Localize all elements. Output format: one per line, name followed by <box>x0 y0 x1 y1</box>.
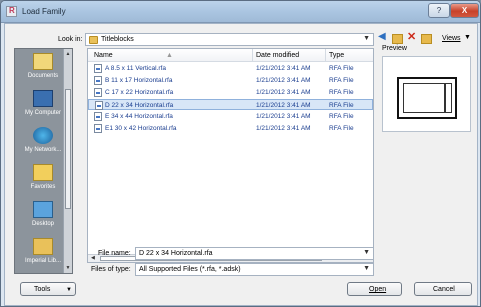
documents-icon <box>33 53 53 70</box>
file-name: E 34 x 44 Horizontal.rfa <box>105 113 173 120</box>
file-type: RFA File <box>329 102 354 109</box>
places-scrollbar[interactable]: ▲ ▼ <box>63 49 72 273</box>
folder-icon <box>89 36 98 44</box>
preview-label: Preview <box>382 45 407 52</box>
file-type: RFA File <box>329 65 354 72</box>
rfa-file-icon <box>94 76 102 85</box>
title-bar[interactable]: Load Family ? X <box>1 1 480 23</box>
revit-app-icon <box>6 6 17 17</box>
file-type: RFA File <box>329 89 354 96</box>
tools-label: Tools <box>34 286 51 293</box>
column-header-name[interactable]: Name <box>94 52 113 59</box>
open-label: Open <box>369 286 387 293</box>
desktop-icon <box>33 201 53 218</box>
place-label: My Network... <box>24 147 62 153</box>
filename-label: File name: <box>98 250 131 257</box>
place-label: Documents <box>27 73 59 79</box>
rfa-file-icon <box>94 124 102 133</box>
column-divider[interactable] <box>252 49 253 61</box>
filetype-value: All Supported Files (*.rfa, *.adsk) <box>139 266 241 273</box>
favorites-icon <box>33 164 53 181</box>
rfa-file-icon <box>95 101 103 110</box>
preview-drawing-area <box>403 83 445 113</box>
places-bar: Documents My Computer My Network... Favo… <box>14 48 73 274</box>
network-icon <box>33 127 53 144</box>
titleblock-preview-image <box>397 77 457 119</box>
column-divider[interactable] <box>325 49 326 61</box>
filename-combo[interactable]: D 22 x 34 Horizontal.rfa ▼ <box>135 247 374 260</box>
file-row[interactable]: C 17 x 22 Horizontal.rfa 1/21/2012 3:41 … <box>88 87 373 98</box>
sort-caret-icon: ▲ <box>166 52 173 59</box>
dialog-body: Look in: Titleblocks ▼ ◀ ✕ Views ▼ Docum… <box>4 23 478 306</box>
file-name: D 22 x 34 Horizontal.rfa <box>105 102 174 109</box>
new-folder-icon[interactable] <box>421 34 432 44</box>
rfa-file-icon <box>94 112 102 121</box>
file-list: Name ▲ Date modified Type A 8.5 x 11 Ver… <box>87 48 374 263</box>
place-label: Imperial Lib... <box>24 258 61 264</box>
scroll-thumb[interactable] <box>65 89 71 209</box>
file-row[interactable]: A 8.5 x 11 Vertical.rfa 1/21/2012 3:41 A… <box>88 63 373 74</box>
help-button[interactable]: ? <box>428 3 450 18</box>
file-type: RFA File <box>329 113 354 120</box>
file-date: 1/21/2012 3:41 AM <box>256 113 311 120</box>
chevron-down-icon: ▼ <box>66 287 72 293</box>
filetype-dropdown[interactable]: All Supported Files (*.rfa, *.adsk) ▼ <box>135 263 374 276</box>
file-type: RFA File <box>329 125 354 132</box>
file-row-selected[interactable]: D 22 x 34 Horizontal.rfa 1/21/2012 3:41 … <box>88 99 373 110</box>
views-menu[interactable]: Views <box>442 35 461 42</box>
file-row[interactable]: B 11 x 17 Horizontal.rfa 1/21/2012 3:41 … <box>88 75 373 86</box>
filetype-label: Files of type: <box>91 266 131 273</box>
scroll-down-icon[interactable]: ▼ <box>64 265 72 271</box>
cancel-button[interactable]: Cancel <box>414 282 472 296</box>
back-arrow-icon[interactable]: ◀ <box>378 31 389 42</box>
cancel-label: Cancel <box>433 286 455 293</box>
views-chevron-down-icon[interactable]: ▼ <box>464 34 471 41</box>
place-label: Favorites <box>30 184 56 190</box>
file-date: 1/21/2012 3:41 AM <box>256 65 311 72</box>
column-header-type[interactable]: Type <box>329 52 344 59</box>
preview-title-strip <box>445 83 452 113</box>
file-row[interactable]: E1 30 x 42 Horizontal.rfa 1/21/2012 3:41… <box>88 123 373 134</box>
rfa-file-icon <box>94 88 102 97</box>
up-folder-icon[interactable] <box>392 34 403 44</box>
preview-pane <box>382 56 471 132</box>
window-title: Load Family <box>22 7 66 16</box>
place-label: My Computer <box>24 110 61 116</box>
column-header-date[interactable]: Date modified <box>256 52 299 59</box>
lookin-label: Look in: <box>58 36 83 43</box>
load-family-dialog: Load Family ? X Look in: Titleblocks ▼ ◀… <box>0 0 481 307</box>
file-type: RFA File <box>329 77 354 84</box>
place-label: Desktop <box>31 221 54 227</box>
lookin-value: Titleblocks <box>101 36 134 43</box>
delete-icon[interactable]: ✕ <box>407 30 418 43</box>
file-date: 1/21/2012 3:41 AM <box>256 102 311 109</box>
file-name: C 17 x 22 Horizontal.rfa <box>105 89 174 96</box>
file-name: E1 30 x 42 Horizontal.rfa <box>105 125 177 132</box>
scroll-left-icon[interactable]: ◀ <box>91 255 95 261</box>
scroll-up-icon[interactable]: ▲ <box>64 51 72 57</box>
open-button[interactable]: Open <box>347 282 402 296</box>
computer-icon <box>33 90 53 107</box>
file-name: A 8.5 x 11 Vertical.rfa <box>105 65 166 72</box>
library-folder-icon <box>33 238 53 255</box>
chevron-down-icon[interactable]: ▼ <box>363 35 370 42</box>
chevron-down-icon[interactable]: ▼ <box>363 265 370 272</box>
rfa-file-icon <box>94 64 102 73</box>
file-name: B 11 x 17 Horizontal.rfa <box>105 77 173 84</box>
file-date: 1/21/2012 3:41 AM <box>256 125 311 132</box>
tools-button[interactable]: Tools ▼ <box>20 282 76 296</box>
list-header: Name ▲ Date modified Type <box>88 49 373 62</box>
chevron-down-icon[interactable]: ▼ <box>363 249 370 256</box>
file-date: 1/21/2012 3:41 AM <box>256 89 311 96</box>
lookin-dropdown[interactable]: Titleblocks ▼ <box>85 33 374 46</box>
close-button[interactable]: X <box>450 3 479 18</box>
filename-value: D 22 x 34 Horizontal.rfa <box>139 250 213 257</box>
file-date: 1/21/2012 3:41 AM <box>256 77 311 84</box>
file-row[interactable]: E 34 x 44 Horizontal.rfa 1/21/2012 3:41 … <box>88 111 373 122</box>
